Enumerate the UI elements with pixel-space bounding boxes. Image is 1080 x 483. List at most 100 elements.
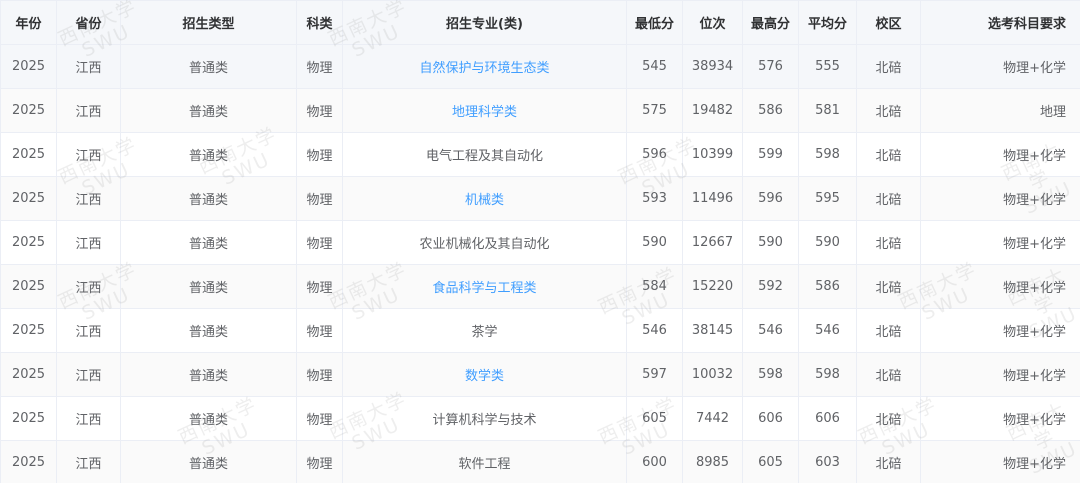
cell-year: 2025 <box>0 88 57 133</box>
cell-avg-score: 598 <box>798 352 857 397</box>
cell-rank: 8985 <box>682 440 743 483</box>
cell-admission-type: 普通类 <box>120 308 297 353</box>
major-link[interactable]: 地理科学类 <box>342 88 627 133</box>
cell-min-score: 600 <box>626 440 683 483</box>
cell-subject-category: 物理 <box>296 220 343 265</box>
table-row: 2025 江西 普通类 物理 数学类 597 10032 598 598 北碚 物理+化学 <box>0 352 1080 397</box>
cell-max-score: 592 <box>742 264 799 309</box>
cell-min-score: 597 <box>626 352 683 397</box>
cell-admission-type: 普通类 <box>120 88 297 133</box>
cell-campus: 北碚 <box>856 88 921 133</box>
cell-max-score: 606 <box>742 396 799 441</box>
table-row: 2025 江西 普通类 物理 机械类 593 11496 596 595 北碚 物理+化学 <box>0 176 1080 221</box>
table-row: 2025 江西 普通类 物理 计算机科学与技术 605 7442 606 606 北碚 物理+化学 <box>0 396 1080 441</box>
cell-year: 2025 <box>0 264 57 309</box>
cell-rank: 10032 <box>682 352 743 397</box>
cell-min-score: 584 <box>626 264 683 309</box>
cell-year: 2025 <box>0 308 57 353</box>
cell-major: 电气工程及其自动化 <box>342 132 627 177</box>
cell-subject-category: 物理 <box>296 352 343 397</box>
cell-admission-type: 普通类 <box>120 132 297 177</box>
major-link[interactable]: 数学类 <box>342 352 627 397</box>
cell-campus: 北碚 <box>856 220 921 265</box>
cell-avg-score: 598 <box>798 132 857 177</box>
table-row: 2025 江西 普通类 物理 农业机械化及其自动化 590 12667 590 590 北碚 物理+… <box>0 220 1080 265</box>
cell-min-score: 546 <box>626 308 683 353</box>
header-subject-requirement: 选考科目要求 <box>920 0 1080 45</box>
cell-major: 软件工程 <box>342 440 627 483</box>
cell-major: 茶学 <box>342 308 627 353</box>
cell-campus: 北碚 <box>856 176 921 221</box>
header-major: 招生专业(类) <box>342 0 627 45</box>
cell-min-score: 593 <box>626 176 683 221</box>
cell-campus: 北碚 <box>856 396 921 441</box>
major-link[interactable]: 自然保护与环境生态类 <box>342 44 627 89</box>
cell-province: 江西 <box>56 308 121 353</box>
cell-avg-score: 546 <box>798 308 857 353</box>
table-row: 2025 江西 普通类 物理 软件工程 600 8985 605 603 北碚 物理+化学 <box>0 440 1080 483</box>
cell-subject-category: 物理 <box>296 44 343 89</box>
cell-subject-category: 物理 <box>296 308 343 353</box>
cell-campus: 北碚 <box>856 352 921 397</box>
cell-subject-requirement: 物理+化学 <box>920 220 1080 265</box>
cell-rank: 38145 <box>682 308 743 353</box>
cell-avg-score: 603 <box>798 440 857 483</box>
cell-subject-requirement: 物理+化学 <box>920 440 1080 483</box>
cell-avg-score: 581 <box>798 88 857 133</box>
major-link[interactable]: 机械类 <box>342 176 627 221</box>
cell-subject-category: 物理 <box>296 88 343 133</box>
cell-max-score: 598 <box>742 352 799 397</box>
header-admission-type: 招生类型 <box>120 0 297 45</box>
cell-subject-requirement: 物理+化学 <box>920 308 1080 353</box>
cell-max-score: 599 <box>742 132 799 177</box>
cell-subject-category: 物理 <box>296 440 343 483</box>
cell-subject-requirement: 物理+化学 <box>920 132 1080 177</box>
cell-subject-requirement: 地理 <box>920 88 1080 133</box>
cell-admission-type: 普通类 <box>120 44 297 89</box>
cell-campus: 北碚 <box>856 132 921 177</box>
table-row: 2025 江西 普通类 物理 自然保护与环境生态类 545 38934 576 555 北碚 物理+… <box>0 44 1080 89</box>
cell-min-score: 575 <box>626 88 683 133</box>
cell-min-score: 596 <box>626 132 683 177</box>
cell-max-score: 596 <box>742 176 799 221</box>
header-year: 年份 <box>0 0 57 45</box>
cell-subject-requirement: 物理+化学 <box>920 44 1080 89</box>
cell-max-score: 576 <box>742 44 799 89</box>
cell-max-score: 586 <box>742 88 799 133</box>
cell-avg-score: 590 <box>798 220 857 265</box>
cell-province: 江西 <box>56 176 121 221</box>
cell-min-score: 605 <box>626 396 683 441</box>
cell-avg-score: 586 <box>798 264 857 309</box>
cell-province: 江西 <box>56 352 121 397</box>
table-row: 2025 江西 普通类 物理 地理科学类 575 19482 586 581 北碚 地理 <box>0 88 1080 133</box>
header-max-score: 最高分 <box>742 0 799 45</box>
header-min-score: 最低分 <box>626 0 683 45</box>
cell-max-score: 590 <box>742 220 799 265</box>
major-link[interactable]: 食品科学与工程类 <box>342 264 627 309</box>
cell-subject-requirement: 物理+化学 <box>920 396 1080 441</box>
cell-year: 2025 <box>0 44 57 89</box>
admission-scores-table-wrap: 年份 省份 招生类型 科类 招生专业(类) 最低分 位次 最高分 平均分 校区 … <box>0 0 1080 483</box>
cell-province: 江西 <box>56 440 121 483</box>
cell-subject-category: 物理 <box>296 132 343 177</box>
cell-admission-type: 普通类 <box>120 176 297 221</box>
cell-campus: 北碚 <box>856 44 921 89</box>
cell-admission-type: 普通类 <box>120 264 297 309</box>
header-subject-category: 科类 <box>296 0 343 45</box>
table-row: 2025 江西 普通类 物理 电气工程及其自动化 596 10399 599 598 北碚 物理+化… <box>0 132 1080 177</box>
admission-scores-table: 年份 省份 招生类型 科类 招生专业(类) 最低分 位次 最高分 平均分 校区 … <box>0 0 1080 483</box>
cell-rank: 10399 <box>682 132 743 177</box>
table-header-row: 年份 省份 招生类型 科类 招生专业(类) 最低分 位次 最高分 平均分 校区 … <box>0 0 1080 45</box>
cell-admission-type: 普通类 <box>120 396 297 441</box>
cell-avg-score: 595 <box>798 176 857 221</box>
cell-campus: 北碚 <box>856 264 921 309</box>
cell-year: 2025 <box>0 176 57 221</box>
cell-rank: 7442 <box>682 396 743 441</box>
cell-year: 2025 <box>0 132 57 177</box>
header-campus: 校区 <box>856 0 921 45</box>
cell-province: 江西 <box>56 88 121 133</box>
cell-subject-requirement: 物理+化学 <box>920 352 1080 397</box>
cell-avg-score: 555 <box>798 44 857 89</box>
cell-subject-category: 物理 <box>296 396 343 441</box>
cell-province: 江西 <box>56 220 121 265</box>
